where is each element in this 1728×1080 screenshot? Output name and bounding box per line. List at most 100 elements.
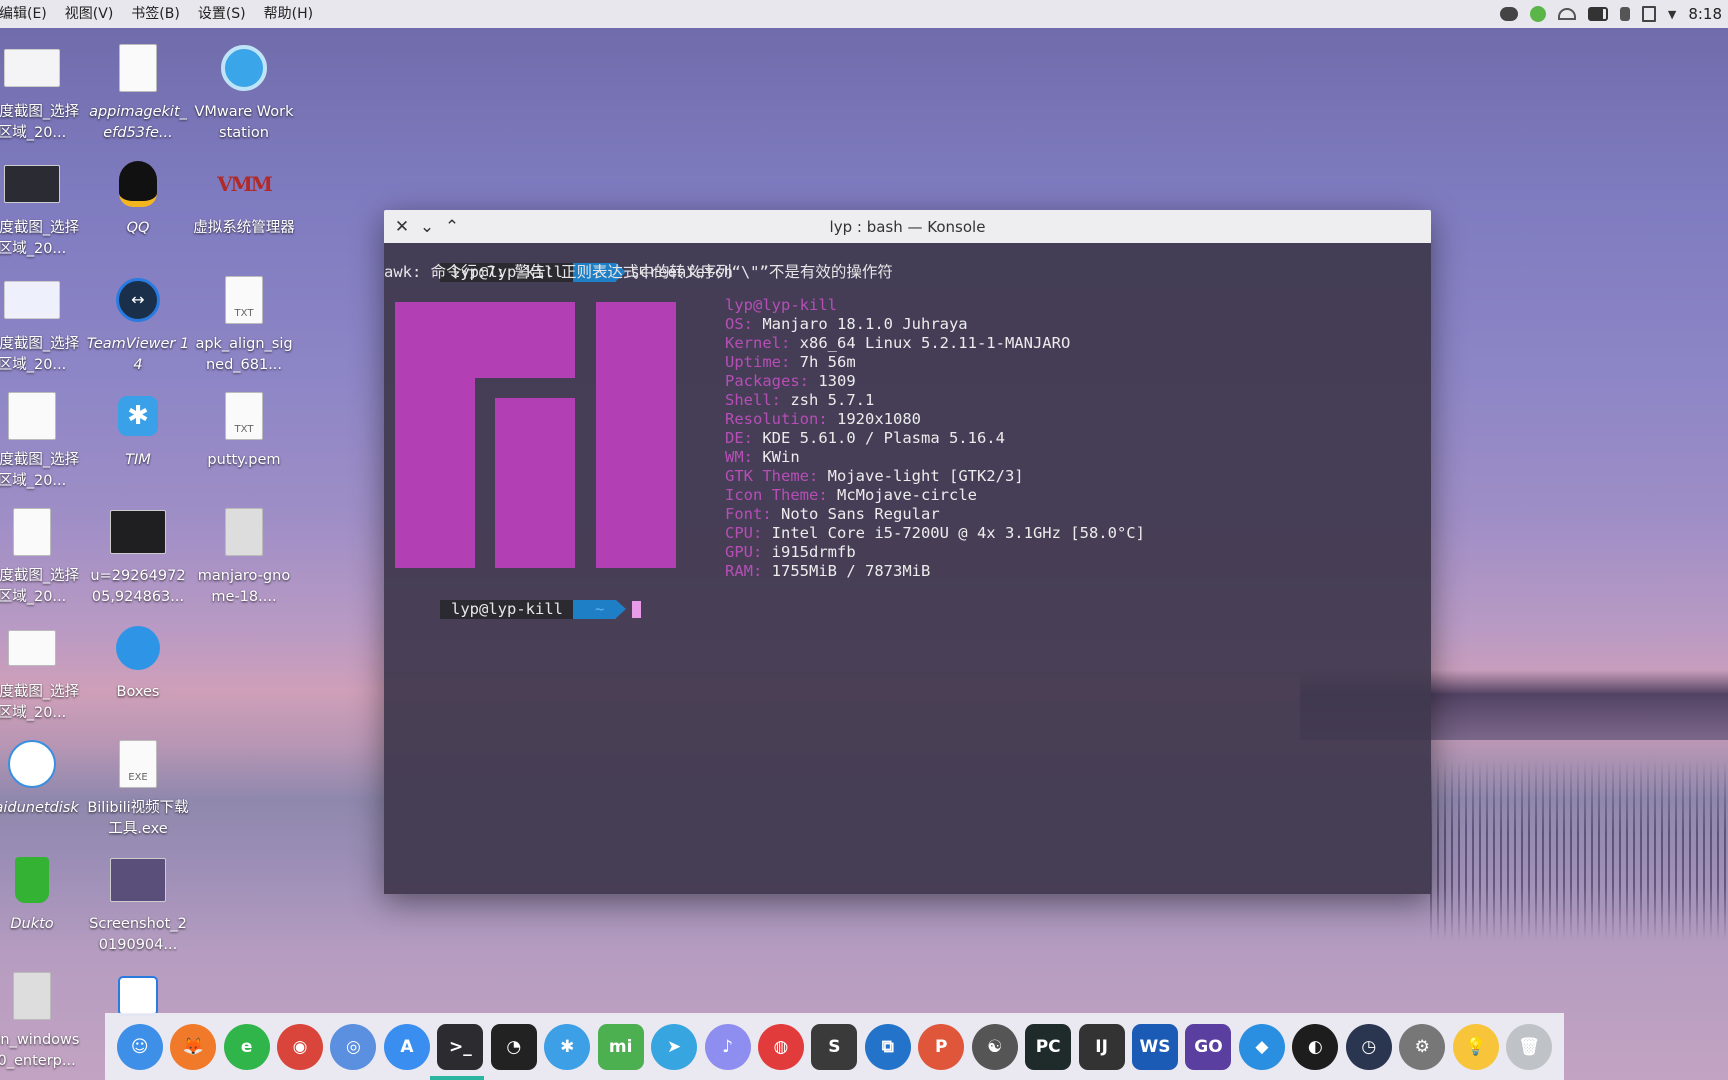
finder-icon[interactable]: ☺ [116,1023,163,1070]
linux-app-icon [118,976,158,1016]
desktop-icon-label: manjaro-gnome-18.... [197,568,291,605]
wifi-icon[interactable] [1557,8,1576,20]
desktop-icon-label: Screenshot_20190904... [89,916,187,953]
desktop-icon[interactable]: 深度截图_选择区域_20... [0,156,84,260]
qq-icon[interactable]: ◔ [490,1023,537,1070]
clock[interactable]: 8:18 [1688,5,1722,23]
desktop-icon[interactable]: baidunetdisk [0,736,84,819]
menu-bookmarks[interactable]: 书签(B) [122,0,189,28]
maximize-icon[interactable]: ⌃ [441,216,463,238]
tim-icon[interactable]: ✱ [544,1023,591,1070]
boxes-icon [116,626,160,670]
archive-icon [225,508,263,556]
volume-icon[interactable] [1619,7,1630,21]
wps-icon[interactable]: P [918,1023,965,1070]
desktop-icon[interactable]: ✱ TIM [86,388,190,471]
active-app-indicator [430,1076,484,1080]
dukto-icon [15,857,49,903]
terminal-area[interactable]: lyp@lyp-kill ~ screenfetch awk: 命令行:7: 警告：… [384,243,1431,894]
text-cursor [632,601,642,618]
desktop-icon[interactable]: EXE Bilibili视频下载工具.exe [86,736,190,840]
webstorm-icon[interactable]: WS [1132,1023,1179,1070]
desktop-icon[interactable]: manjaro-gnome-18.... [192,504,296,608]
desktop-icon[interactable]: win_windows10_enterp... [0,968,84,1072]
window-titlebar[interactable]: ✕ ⌄ ⌃ lyp : bash — Konsole [384,210,1431,243]
desktop-icon[interactable]: appimagekit_efd53fe... [86,40,190,144]
chevron-down-icon[interactable]: ▼ [1668,8,1676,21]
exe-icon: EXE [119,740,157,788]
desktop-icon-label: win_windows10_enterp... [0,1032,80,1069]
info-row: Packages: 1309 [725,372,856,390]
desktop-icon[interactable]: ↔ TeamViewer 14 [86,272,190,376]
telegram-icon[interactable]: ➤ [651,1023,698,1070]
desktop-icon[interactable]: VMM 虚拟系统管理器 [192,156,296,239]
desktop-icon[interactable]: TXT putty.pem [192,388,296,471]
desktop-icon[interactable]: VMware Workstation [192,40,296,144]
clipboard-icon[interactable] [1641,6,1656,22]
vmware-icon [221,45,267,91]
menu-view[interactable]: 视图(V) [56,0,123,28]
qq-penguin-icon [119,161,157,207]
image-thumbnail [4,281,60,319]
music-icon[interactable]: ♪ [704,1023,751,1070]
info-row: Font: Noto Sans Regular [725,505,940,523]
logo-block-mid [495,398,575,568]
desktop-icon[interactable]: 深度截图_选择区域_20... [0,504,84,608]
settings-icon[interactable]: ⚙ [1399,1023,1446,1070]
system-tray: ▼ 8:18 [1499,0,1728,28]
app-icon[interactable] [1529,6,1546,22]
desktop-icon[interactable]: 深度截图_选择区域_20... [0,620,84,724]
desktop-icon-label: baidunetdisk [0,800,79,816]
desktop-icon[interactable]: Screenshot_20190904... [86,852,190,956]
bulb-icon[interactable]: 💡 [1452,1023,1499,1070]
info-row: Kernel: x86_64 Linux 5.2.11-1-MANJARO [725,334,1071,352]
desktop-icon[interactable]: u=2926497205,924863... [86,504,190,608]
menu-edit[interactable]: 编辑(E) [0,0,56,28]
trash-icon[interactable]: 🗑 [1506,1023,1553,1070]
logo-block-left [395,302,475,568]
info-row: GPU: i915drmfb [725,543,856,561]
menu-help[interactable]: 帮助(H) [255,0,322,28]
vscode-icon[interactable]: ⧉ [864,1023,911,1070]
prompt-line: lyp@lyp-kill ~ screenfetch [384,244,733,282]
desktop-icon-label: 深度截图_选择区域_20... [0,336,80,373]
pycharm-icon[interactable]: PC [1025,1023,1072,1070]
terminal-icon[interactable]: >_ [437,1023,484,1070]
archive-icon [13,972,51,1020]
menu-settings[interactable]: 设置(S) [189,0,255,28]
appimage-icon [119,44,157,92]
desktop-icon[interactable]: Dukto [0,852,84,935]
minimize-icon[interactable]: ⌄ [416,216,438,238]
intellij-icon[interactable]: IJ [1078,1023,1125,1070]
sublime-icon[interactable]: S [811,1023,858,1070]
chrome-icon[interactable]: ◉ [277,1023,324,1070]
chromium-icon[interactable]: ◎ [330,1023,377,1070]
obs-icon[interactable]: ◐ [1292,1023,1339,1070]
desktop-icon-label: 深度截图_选择区域_20... [0,568,80,605]
desktop-icon[interactable]: 深度截图_选择区域_20... [0,40,84,144]
prompt-line: lyp@lyp-kill ~ [384,581,642,619]
desktop-icon[interactable]: 深度截图_选择区域_20... [0,272,84,376]
desktop-icon-label: Dukto [10,916,54,932]
desktop-icon[interactable]: 深度截图_选择区域_20... [0,388,84,492]
speedometer-icon[interactable]: ◷ [1345,1023,1392,1070]
desktop-icon-label: putty.pem [207,452,281,468]
boxes-icon[interactable]: ◆ [1238,1023,1285,1070]
battery-icon[interactable] [1587,7,1608,21]
menubar: 编辑(E) 视图(V) 书签(B) 设置(S) 帮助(H) [0,0,322,28]
desktop-icon-label: 深度截图_选择区域_20... [0,452,80,489]
netease-music-icon[interactable]: ◍ [757,1023,804,1070]
mi-icon[interactable]: mi [597,1023,644,1070]
desktop-icon[interactable]: TXT apk_align_signed_681... [192,272,296,376]
desktop-icon[interactable]: Boxes [86,620,190,703]
info-row: CPU: Intel Core i5-7200U @ 4x 3.1GHz [58… [725,524,1145,542]
info-row: GTK Theme: Mojave-light [GTK2/3] [725,467,1024,485]
close-icon[interactable]: ✕ [391,216,413,238]
firefox-icon[interactable]: 🦊 [170,1023,217,1070]
yinyang-icon[interactable]: ☯ [971,1023,1018,1070]
desktop-icon[interactable]: QQ [86,156,190,239]
cloud-icon[interactable] [1499,7,1518,21]
edge-icon[interactable]: e [223,1023,270,1070]
goland-icon[interactable]: GO [1185,1023,1232,1070]
appstore-icon[interactable]: A [383,1023,430,1070]
